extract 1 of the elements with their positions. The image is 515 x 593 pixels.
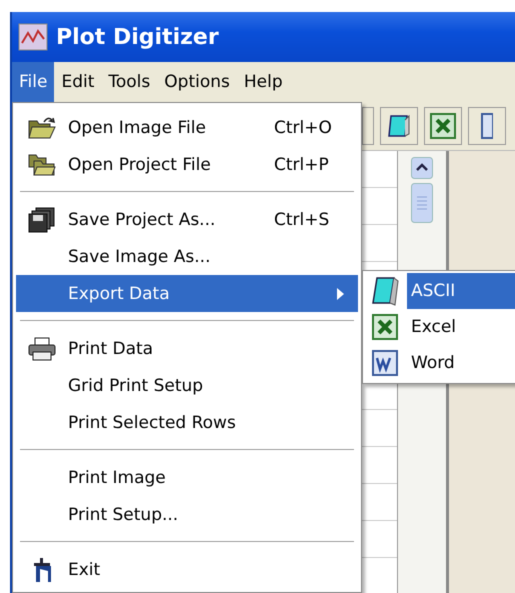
window-title: Plot Digitizer [56,24,219,50]
